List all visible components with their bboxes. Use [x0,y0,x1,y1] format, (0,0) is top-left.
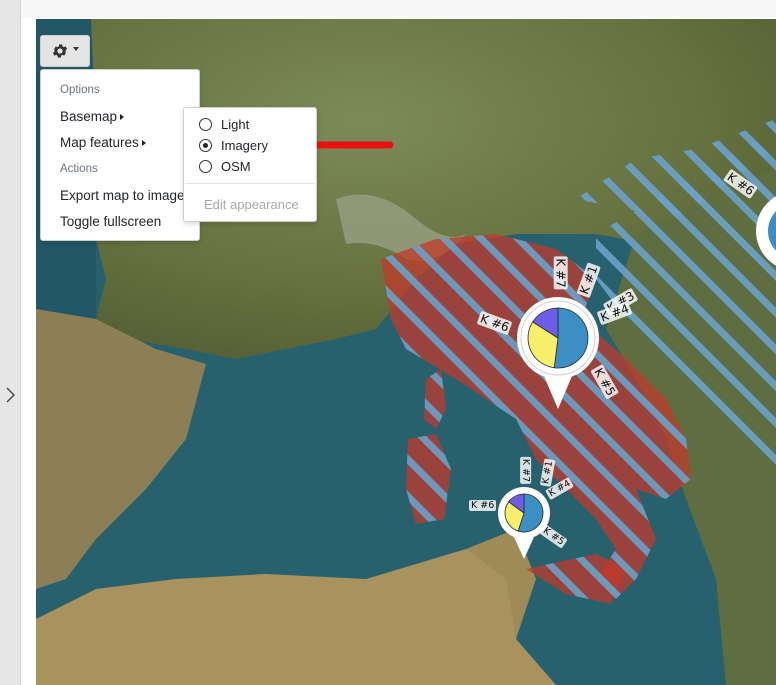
pie-chart-small [504,493,544,533]
left-side-panel [0,0,21,685]
menu-item-basemap-label: Basemap [60,109,118,124]
actions-header: Actions [60,163,98,175]
menu-item-map-features[interactable]: Map features [60,135,146,150]
basemap-option-imagery[interactable]: Imagery [199,138,268,153]
menu-item-basemap[interactable]: Basemap [60,109,125,124]
basemap-option-osm[interactable]: OSM [199,159,251,174]
basemap-option-osm-label: OSM [221,159,251,174]
menu-item-map-features-label: Map features [60,135,139,150]
edit-appearance-item: Edit appearance [204,197,299,212]
cluster-label-k7: K #7 [553,256,568,290]
top-bar [21,0,776,18]
menu-item-fullscreen[interactable]: Toggle fullscreen [60,214,161,229]
settings-dropdown: Options Basemap Map features Actions Exp… [40,69,200,241]
basemap-option-imagery-label: Imagery [221,138,268,153]
cluster-label-k6-small: K #6 [469,500,497,511]
settings-menu-button[interactable] [40,35,90,67]
caret-right-icon [141,140,146,146]
radio-osm[interactable] [199,160,212,173]
radio-imagery[interactable] [199,139,212,152]
pie-chart-large [527,307,589,369]
chevron-right-icon[interactable] [3,384,17,406]
cluster-label-k7-small: K #7 [520,456,532,485]
basemap-option-light-label: Light [221,117,250,132]
basemap-submenu: Light Imagery OSM Edit appearance [183,107,317,222]
gear-icon [52,44,68,58]
menu-item-export[interactable]: Export map to image [60,188,185,203]
radio-light[interactable] [199,118,212,131]
basemap-option-light[interactable]: Light [199,117,249,132]
caret-right-icon [120,114,125,120]
options-header: Options [60,84,100,96]
submenu-divider [185,183,315,184]
caret-down-icon [73,47,79,51]
